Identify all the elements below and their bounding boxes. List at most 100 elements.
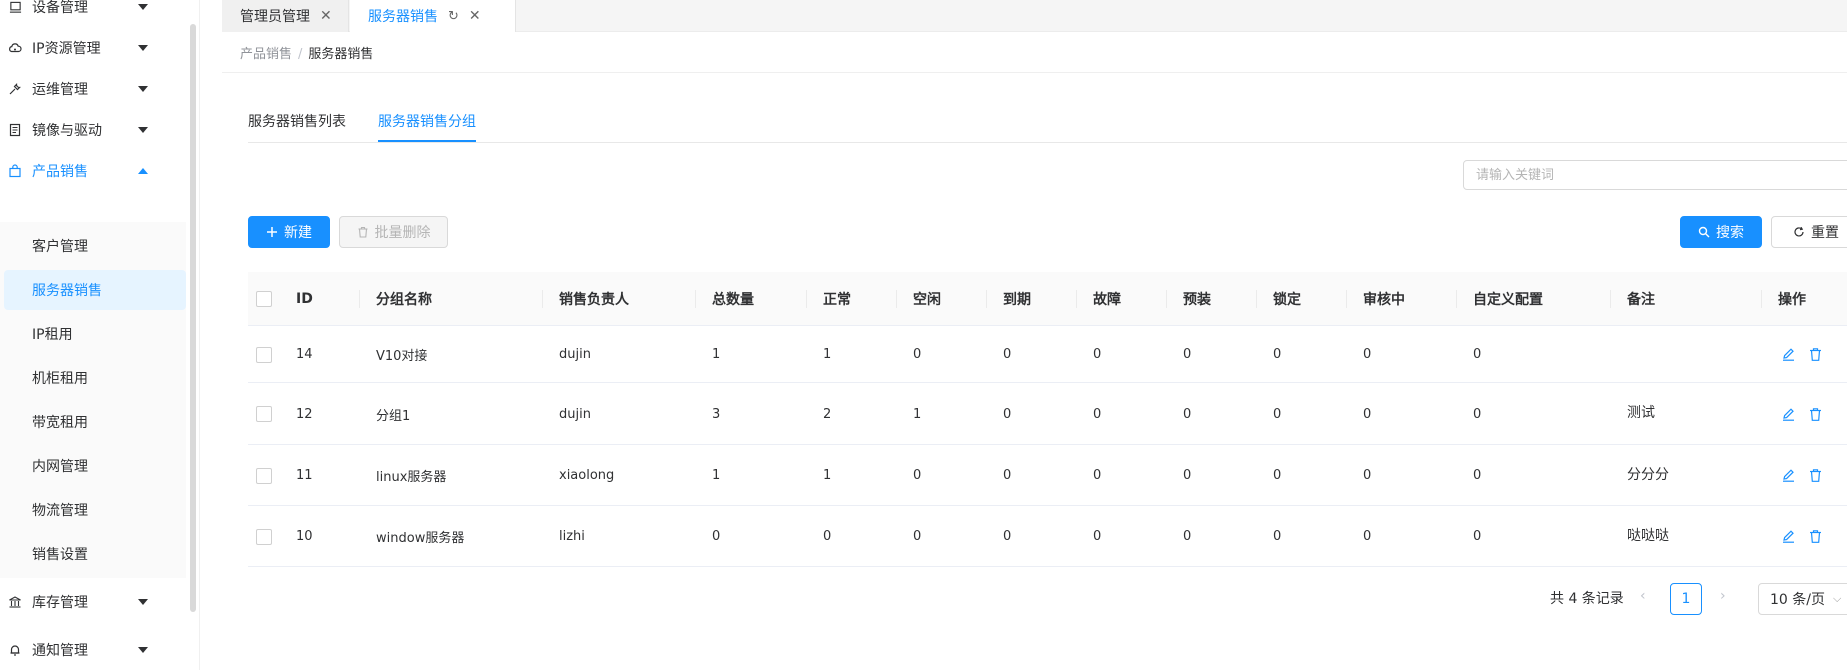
sidebar-item-ops[interactable]: 运维管理: [0, 67, 186, 111]
delete-icon[interactable]: [1808, 529, 1823, 544]
sidebar-item-inventory[interactable]: 库存管理: [0, 580, 186, 624]
cell-total: 3: [712, 406, 721, 422]
page-size-select[interactable]: 10 条/页 ⌵: [1758, 583, 1847, 615]
sidebar-subitem-server-sales[interactable]: 服务器销售: [4, 270, 186, 310]
sidebar-item-ip-resource[interactable]: IP资源管理: [0, 26, 186, 70]
tab-server-sales[interactable]: 服务器销售 ↻ ✕: [350, 0, 516, 32]
reload-icon[interactable]: ↻: [448, 9, 459, 24]
edit-icon[interactable]: [1781, 347, 1796, 362]
header-cell: 锁定: [1273, 292, 1301, 308]
delete-icon[interactable]: [1808, 468, 1823, 483]
cell-preinstall: 0: [1183, 347, 1192, 362]
cell-locked: 0: [1273, 347, 1282, 362]
reset-button-label: 重置: [1811, 225, 1839, 241]
tab-admin[interactable]: 管理员管理 ✕: [222, 0, 349, 32]
page-size-value: 10 条/页: [1770, 592, 1825, 608]
sidebar-subitem-sales-settings[interactable]: 销售设置: [0, 534, 186, 574]
cell-actions: [1781, 327, 1835, 382]
checkbox[interactable]: [256, 291, 272, 307]
sidebar-scrollbar[interactable]: [190, 24, 196, 612]
sidebar-subitem-customer[interactable]: 客户管理: [0, 226, 186, 266]
header-cell: ID: [296, 291, 313, 307]
checkbox[interactable]: [256, 406, 272, 422]
search-button[interactable]: 搜索: [1680, 216, 1762, 248]
header-separator: [359, 290, 360, 308]
batch-delete-button[interactable]: 批量删除: [339, 216, 448, 248]
cell-id: 14: [296, 347, 313, 362]
sidebar-subitem-bandwidth-rent[interactable]: 带宽租用: [0, 402, 186, 442]
header-separator: [1456, 290, 1457, 308]
breadcrumb-parent[interactable]: 产品销售: [240, 47, 292, 62]
sidebar-subitem-intranet[interactable]: 内网管理: [0, 446, 186, 486]
sidebar-item-device[interactable]: 设备管理: [0, 0, 186, 29]
reset-button[interactable]: 重置: [1771, 216, 1847, 248]
chevron-left-icon[interactable]: ‹: [1640, 588, 1646, 604]
row-select[interactable]: [256, 327, 272, 382]
close-icon[interactable]: ✕: [320, 8, 332, 24]
cell-fault: 0: [1093, 406, 1102, 422]
tab-server-sales-group[interactable]: 服务器销售分组: [378, 111, 476, 143]
edit-icon[interactable]: [1781, 407, 1796, 422]
row-select[interactable]: [256, 507, 272, 566]
cell-preinstall: 0: [1183, 468, 1192, 483]
row-select[interactable]: [256, 446, 272, 505]
cell-preinstall: 0: [1183, 406, 1192, 422]
header-separator: [1761, 290, 1762, 308]
bag-icon: [8, 164, 22, 178]
sidebar-subitem-cabinet-rent[interactable]: 机柜租用: [0, 358, 186, 398]
header-separator: [695, 290, 696, 308]
sidebar-item-label: IP资源管理: [32, 41, 101, 57]
cell-idle: 1: [913, 406, 922, 422]
cell-owner: dujin: [559, 406, 591, 422]
checkbox[interactable]: [256, 346, 272, 363]
cell-total: 1: [712, 347, 721, 362]
checkbox[interactable]: [256, 528, 272, 545]
sidebar-item-image-driver[interactable]: 镜像与驱动: [0, 108, 186, 152]
cell-expired: 0: [1003, 406, 1012, 422]
sidebar-item-label: 设备管理: [32, 0, 88, 16]
chevron-right-icon[interactable]: ›: [1720, 588, 1726, 604]
header-separator: [542, 290, 543, 308]
sidebar-item-notify[interactable]: 通知管理: [0, 628, 186, 670]
pagination-page-current[interactable]: 1: [1670, 583, 1702, 615]
sidebar-item-label: 库存管理: [32, 595, 88, 611]
cell-fault: 0: [1093, 347, 1102, 362]
edit-icon[interactable]: [1781, 529, 1796, 544]
cell-locked: 0: [1273, 406, 1282, 422]
header-separator: [1256, 290, 1257, 308]
header-cell: 自定义配置: [1473, 292, 1543, 308]
header-separator: [986, 290, 987, 308]
header-cell: 空闲: [913, 292, 941, 308]
close-icon[interactable]: ✕: [469, 8, 481, 24]
row-select[interactable]: [256, 384, 272, 444]
sidebar-subitem-ip-rent[interactable]: IP租用: [0, 314, 186, 354]
sidebar-item-product-sales[interactable]: 产品销售: [0, 149, 186, 193]
header-separator: [1610, 290, 1611, 308]
header-select-all[interactable]: [256, 272, 272, 326]
sidebar-subitem-logistics[interactable]: 物流管理: [0, 490, 186, 530]
cell-custom-config: 0: [1473, 347, 1482, 362]
new-button[interactable]: 新建: [248, 216, 330, 248]
edit-icon[interactable]: [1781, 468, 1796, 483]
cell-note: 分分分: [1627, 467, 1669, 483]
table-row: 14 V10对接 dujin 1 1 0 0 0 0 0 0 0: [248, 327, 1847, 383]
delete-icon[interactable]: [1808, 407, 1823, 422]
caret-down-icon: [138, 86, 148, 92]
cell-custom-config: 0: [1473, 406, 1482, 422]
tab-label: 管理员管理: [240, 9, 310, 25]
cell-note: 测试: [1627, 405, 1655, 421]
search-input[interactable]: [1463, 160, 1847, 190]
table-header: ID 分组名称 销售负责人 总数量 正常 空闲 到期 故障 预装 锁定 审核中 …: [248, 272, 1847, 326]
header-cell: 分组名称: [376, 292, 432, 308]
cell-owner: xiaolong: [559, 468, 615, 483]
sidebar-item-label: 产品销售: [32, 164, 88, 180]
header-cell: 总数量: [712, 292, 754, 308]
checkbox[interactable]: [256, 467, 272, 484]
delete-icon[interactable]: [1808, 347, 1823, 362]
cell-actions: [1781, 507, 1835, 566]
cell-fault: 0: [1093, 529, 1102, 544]
cell-expired: 0: [1003, 347, 1012, 362]
bank-icon: [8, 595, 22, 609]
tab-server-sales-list[interactable]: 服务器销售列表: [248, 111, 346, 143]
caret-down-icon: [138, 647, 148, 653]
